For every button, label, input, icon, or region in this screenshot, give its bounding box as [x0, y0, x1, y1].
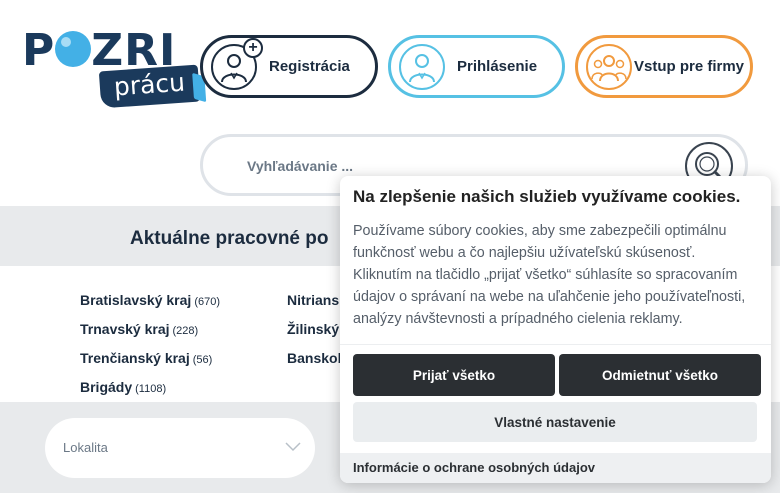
region-link-zilina[interactable]: Žilinský — [287, 321, 339, 337]
logo-o-icon — [55, 31, 92, 67]
logo-badge: prácu — [98, 64, 201, 109]
firms-button[interactable]: Vstup pre firmy — [575, 35, 753, 98]
region-link-trnava[interactable]: Trnavský kraj (228) — [80, 321, 198, 337]
region-count: (228) — [172, 325, 199, 337]
custom-settings-button[interactable]: Vlastné nastavenie — [353, 402, 757, 442]
cookie-text: Používame súbory cookies, aby sme zabezp… — [353, 223, 746, 327]
cookie-divider — [340, 344, 771, 345]
chevron-down-icon — [285, 442, 301, 452]
region-name: Trenčianský kraj — [80, 350, 190, 366]
user-add-icon: + — [211, 37, 263, 90]
region-count: (670) — [194, 296, 220, 308]
region-link-trencin[interactable]: Trenčianský kraj (56) — [80, 350, 212, 366]
accept-all-button[interactable]: Prijať všetko — [353, 354, 555, 396]
region-count: (56) — [192, 354, 213, 366]
location-placeholder: Lokalita — [63, 440, 108, 455]
login-label: Prihlásenie — [457, 58, 538, 75]
region-name: Žilinský — [287, 321, 340, 337]
region-name: Brigády — [80, 379, 133, 395]
cookie-consent-dialog: Na zlepšenie našich služieb využívame co… — [340, 176, 771, 483]
region-name: Banskob — [287, 350, 347, 366]
user-icon — [399, 43, 445, 90]
register-label: Registrácia — [269, 58, 350, 75]
region-count: (1108) — [135, 383, 167, 395]
reject-all-button[interactable]: Odmietnuť všetko — [559, 354, 761, 396]
region-link-nitra[interactable]: Nitrians — [287, 292, 339, 308]
regions-title: Aktuálne pracovné po — [130, 228, 329, 249]
cookie-title: Na zlepšenie našich služieb využívame co… — [353, 187, 741, 206]
site-logo[interactable]: P ZRI prácu — [22, 26, 201, 110]
register-button[interactable]: + Registrácia — [200, 35, 378, 98]
privacy-info-link[interactable]: Informácie o ochrane osobných údajov — [353, 460, 595, 475]
team-icon — [586, 43, 632, 90]
region-link-bratislava[interactable]: Bratislavský kraj (670) — [80, 292, 220, 308]
search-input[interactable] — [247, 154, 647, 178]
region-name: Bratislavský kraj — [80, 292, 192, 308]
region-name: Trnavský kraj — [80, 321, 170, 337]
login-button[interactable]: Prihlásenie — [388, 35, 565, 98]
cookie-footer: Informácie o ochrane osobných údajov — [340, 453, 771, 483]
location-select[interactable]: Lokalita — [45, 418, 315, 478]
region-link-brigady[interactable]: Brigády (1108) — [80, 379, 166, 395]
region-link-banska-bystrica[interactable]: Banskob — [287, 350, 346, 366]
firms-label: Vstup pre firmy — [634, 58, 745, 75]
region-name: Nitrians — [287, 292, 340, 308]
